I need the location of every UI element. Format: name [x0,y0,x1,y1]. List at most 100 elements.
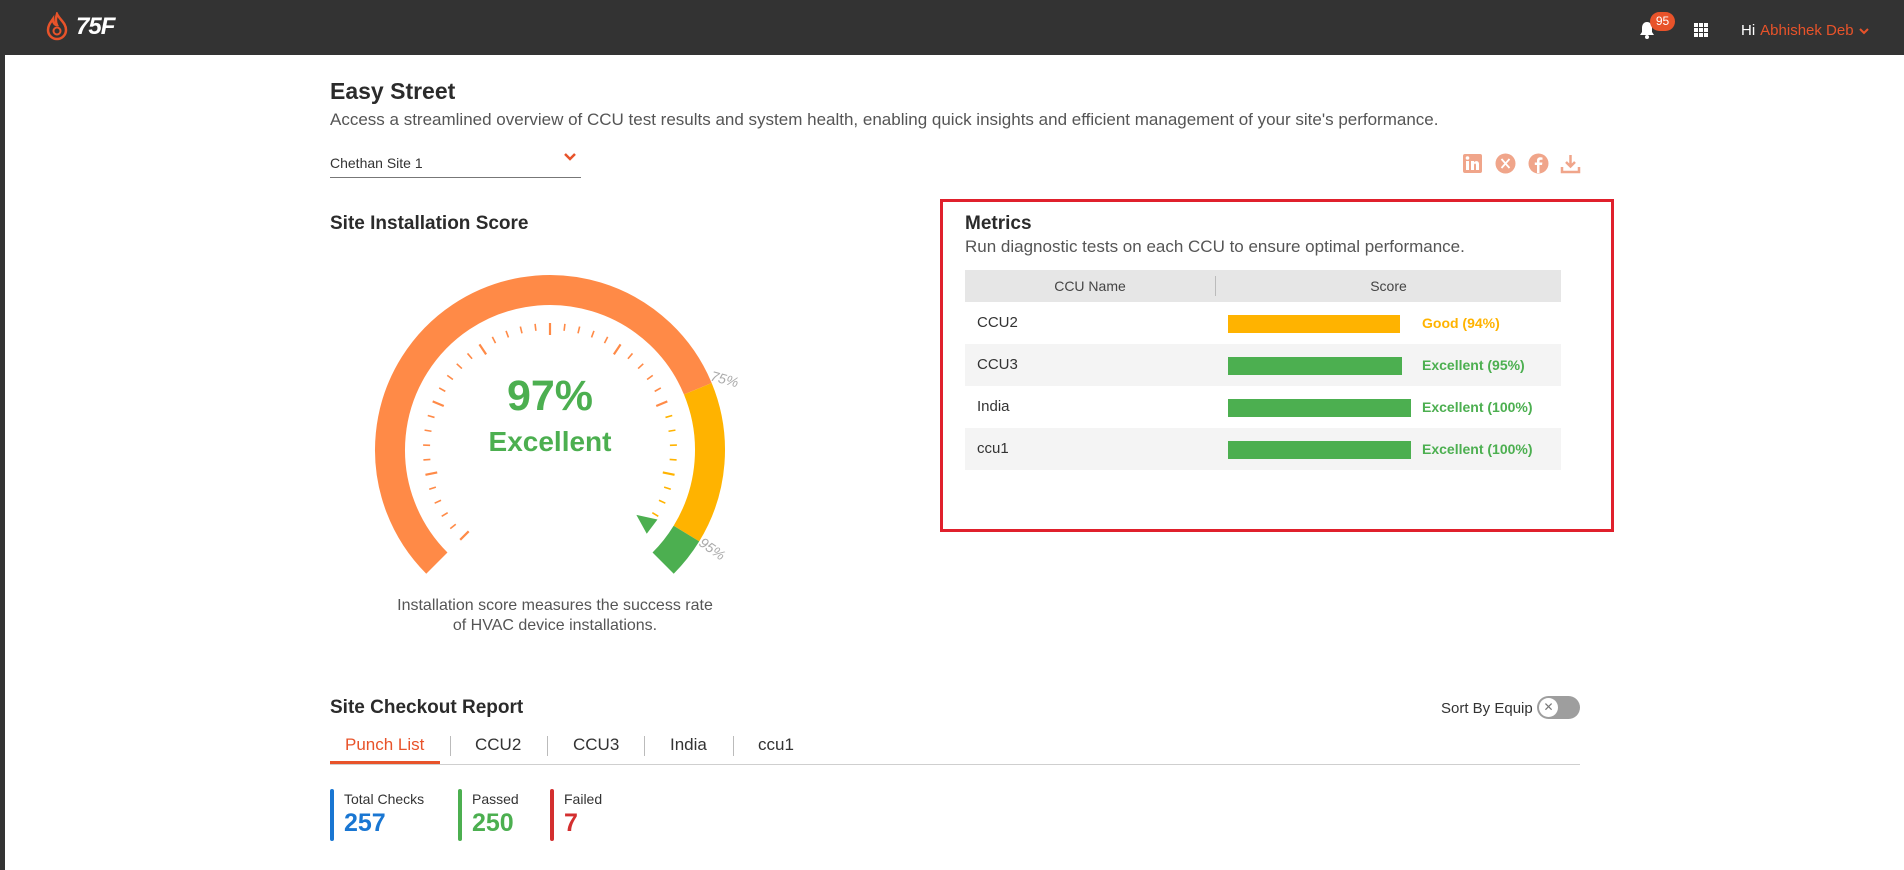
gauge-tick [491,336,497,344]
metrics-table-header: CCU Name Score [965,270,1561,302]
linkedin-icon[interactable] [1462,153,1483,174]
flame-logo-icon [46,12,68,41]
gauge-tick [658,499,666,504]
gauge-tick [627,352,634,360]
chevron-down-icon [564,153,576,161]
tab-ccu2[interactable]: CCU2 [475,735,521,755]
col-ccu-name[interactable]: CCU Name [965,278,1215,294]
metrics-title: Metrics [965,213,1032,234]
tab-divider [644,736,645,756]
gauge-tick [428,486,437,491]
gauge-tick [637,363,644,370]
gauge-tick [478,343,488,355]
checkout-tabs: Punch List CCU2 CCU3 India ccu1 [330,730,1580,765]
installation-score-rating: Excellent [488,426,612,457]
gauge-label-95: 95% [696,534,728,563]
gauge-arc-green [652,525,700,574]
stat-accent-bar [330,789,334,841]
active-tab-underline [330,761,440,764]
tab-ccu1[interactable]: ccu1 [758,735,794,755]
gauge-pointer [636,514,658,534]
stat-value: 257 [344,809,386,837]
gauge-tick [425,471,438,476]
score-bar [1228,357,1402,375]
score-bar [1228,399,1411,417]
gauge-tick [456,363,463,370]
gauge-tick [669,458,677,461]
score-text: Excellent (100%) [1422,399,1533,415]
score-bar [1228,441,1411,459]
gauge-tick [449,523,457,530]
chevron-down-icon [1858,27,1869,34]
page-subtitle: Access a streamlined overview of CCU tes… [330,110,1439,129]
tab-ccu3[interactable]: CCU3 [573,735,619,755]
table-row: ccu1 Excellent (100%) [965,428,1561,470]
table-row: India Excellent (100%) [965,386,1561,428]
installation-score-description: Installation score measures the success … [370,596,740,636]
site-select-value: Chethan Site 1 [330,155,423,171]
ccu-name: CCU3 [977,356,1018,373]
gauge-tick [655,400,668,408]
logo-text: 75F [76,13,115,40]
stat-total-checks: Total Checks 257 [330,789,424,841]
gauge-tick [466,352,473,360]
tab-divider [733,736,734,756]
gauge-tick [612,343,622,355]
description-line-2: of HVAC device installations. [452,617,658,634]
brand-logo[interactable]: 75F [44,12,115,42]
installation-score-title: Site Installation Score [330,213,529,234]
gauge-tick [662,471,675,476]
gauge-tick [432,400,445,408]
close-icon: ✕ [1539,698,1558,717]
notification-badge: 95 [1650,12,1675,31]
download-icon[interactable] [1560,153,1581,174]
score-text: Good (94%) [1422,315,1500,331]
gauge-label-75: 75% [709,368,740,391]
col-score[interactable]: Score [1216,278,1561,294]
sort-by-equip-toggle[interactable]: ✕ [1537,696,1580,719]
sort-by-equip-label: Sort By Equip [1441,700,1533,717]
greeting-text: Hi [1741,22,1756,39]
gauge-tick [438,387,446,393]
tab-divider [547,736,548,756]
user-menu[interactable]: Hi Abhishek Deb [1741,22,1869,39]
stat-accent-bar [550,789,554,841]
stat-label: Passed [472,791,519,807]
user-name: Abhishek Deb [1760,22,1854,39]
gauge-tick [459,530,470,541]
gauge-tick [423,458,431,461]
gauge-tick [663,486,672,491]
table-row: CCU3 Excellent (95%) [965,344,1561,386]
metrics-table: CCU Name Score CCU2 Good (94%) CCU3 Exce… [965,270,1561,470]
checkout-report-title: Site Checkout Report [330,697,524,718]
site-select-dropdown[interactable]: Chethan Site 1 [330,150,581,178]
gauge-arc-amber [673,383,725,542]
top-navigation-bar: 75F 95 Hi Abhishek Deb [0,0,1904,55]
score-text: Excellent (95%) [1422,357,1525,373]
gauge-tick [434,499,442,504]
ccu-name: CCU2 [977,314,1018,331]
page-title: Easy Street [330,78,456,104]
table-row: CCU2 Good (94%) [965,302,1561,344]
facebook-icon[interactable] [1528,153,1549,174]
gauge-tick [534,323,537,331]
ccu-name: ccu1 [977,440,1009,457]
stat-value: 7 [564,809,578,837]
stat-failed: Failed 7 [550,789,602,841]
gauge-tick [651,512,659,518]
tab-punch-list[interactable]: Punch List [345,735,424,755]
gauge-tick [654,387,662,393]
x-twitter-icon[interactable] [1495,153,1516,174]
score-text: Excellent (100%) [1422,441,1533,457]
stat-value: 250 [472,809,514,837]
tab-india[interactable]: India [670,735,707,755]
apps-grid-icon[interactable] [1694,23,1708,37]
ccu-name: India [977,398,1010,415]
gauge-tick [427,414,435,419]
gauge-tick [603,336,609,344]
installation-score-value: 97% [506,372,594,420]
tab-divider [450,736,451,756]
gauge-tick [505,330,510,338]
gauge-tick [424,429,432,433]
stat-label: Failed [564,791,603,807]
